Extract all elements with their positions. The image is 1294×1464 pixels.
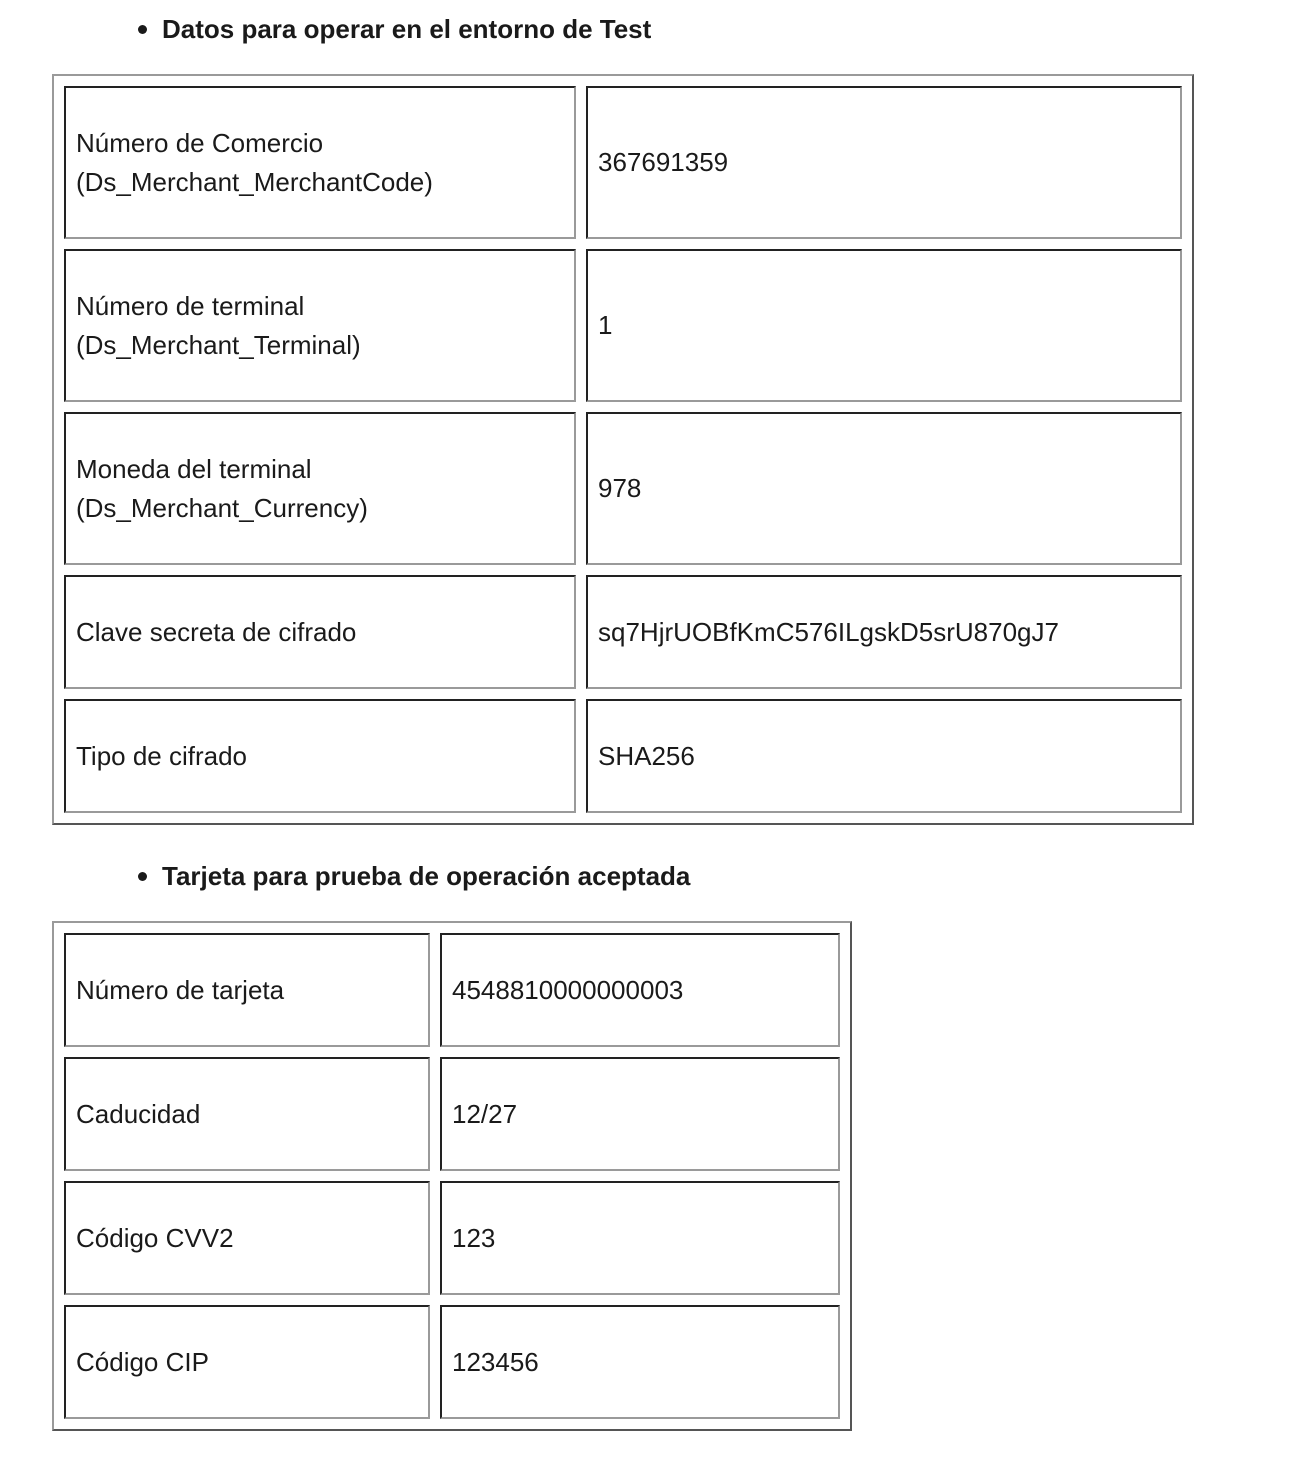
- section-heading-test-environment: Datos para operar en el entorno de Test: [138, 14, 651, 44]
- section-title: Tarjeta para prueba de operación aceptad…: [162, 861, 691, 891]
- table-row-cip: Código CIP 123456: [64, 1305, 840, 1419]
- table-row-encryption-type: Tipo de cifrado SHA256: [64, 699, 1182, 813]
- table-row-card-number: Número de tarjeta 4548810000000003: [64, 933, 840, 1047]
- table-row-merchant-code: Número de Comercio (Ds_Merchant_Merchant…: [64, 86, 1182, 239]
- row-sublabel: (Ds_Merchant_Terminal): [76, 329, 361, 360]
- value-cell: 367691359: [586, 86, 1182, 239]
- value-cell: 978: [586, 412, 1182, 565]
- bullet-icon: [138, 871, 147, 881]
- row-sublabel: (Ds_Merchant_Currency): [76, 492, 368, 523]
- bullet-icon: [138, 24, 147, 34]
- label-cell: Caducidad: [64, 1057, 430, 1171]
- label-cell: Código CVV2: [64, 1181, 430, 1295]
- value-cell: 1: [586, 249, 1182, 402]
- section-heading-test-card: Tarjeta para prueba de operación aceptad…: [138, 861, 690, 891]
- label-cell: Moneda del terminal (Ds_Merchant_Currenc…: [64, 412, 576, 565]
- table-row-currency: Moneda del terminal (Ds_Merchant_Currenc…: [64, 412, 1182, 565]
- section-title: Datos para operar en el entorno de Test: [162, 14, 652, 44]
- row-label: Número de Comercio: [76, 127, 324, 158]
- label-cell: Número de Comercio (Ds_Merchant_Merchant…: [64, 86, 576, 239]
- label-cell: Número de tarjeta: [64, 933, 430, 1047]
- label-cell: Código CIP: [64, 1305, 430, 1419]
- value-cell: SHA256: [586, 699, 1182, 813]
- value-cell: sq7HjrUOBfKmC576ILgskD5srU870gJ7: [586, 575, 1182, 689]
- table-row-cvv2: Código CVV2 123: [64, 1181, 840, 1295]
- value-cell: 4548810000000003: [440, 933, 840, 1047]
- test-environment-table: Número de Comercio (Ds_Merchant_Merchant…: [52, 74, 1194, 825]
- table-row-expiry: Caducidad 12/27: [64, 1057, 840, 1171]
- test-card-table: Número de tarjeta 4548810000000003 Caduc…: [52, 921, 852, 1431]
- label-cell: Número de terminal (Ds_Merchant_Terminal…: [64, 249, 576, 402]
- row-label: Moneda del terminal: [76, 453, 312, 484]
- table-row-secret-key: Clave secreta de cifrado sq7HjrUOBfKmC57…: [64, 575, 1182, 689]
- row-sublabel: (Ds_Merchant_MerchantCode): [76, 166, 433, 197]
- value-cell: 12/27: [440, 1057, 840, 1171]
- label-cell: Clave secreta de cifrado: [64, 575, 576, 689]
- value-cell: 123456: [440, 1305, 840, 1419]
- table-row-terminal: Número de terminal (Ds_Merchant_Terminal…: [64, 249, 1182, 402]
- value-cell: 123: [440, 1181, 840, 1295]
- row-label: Número de terminal: [76, 290, 305, 321]
- label-cell: Tipo de cifrado: [64, 699, 576, 813]
